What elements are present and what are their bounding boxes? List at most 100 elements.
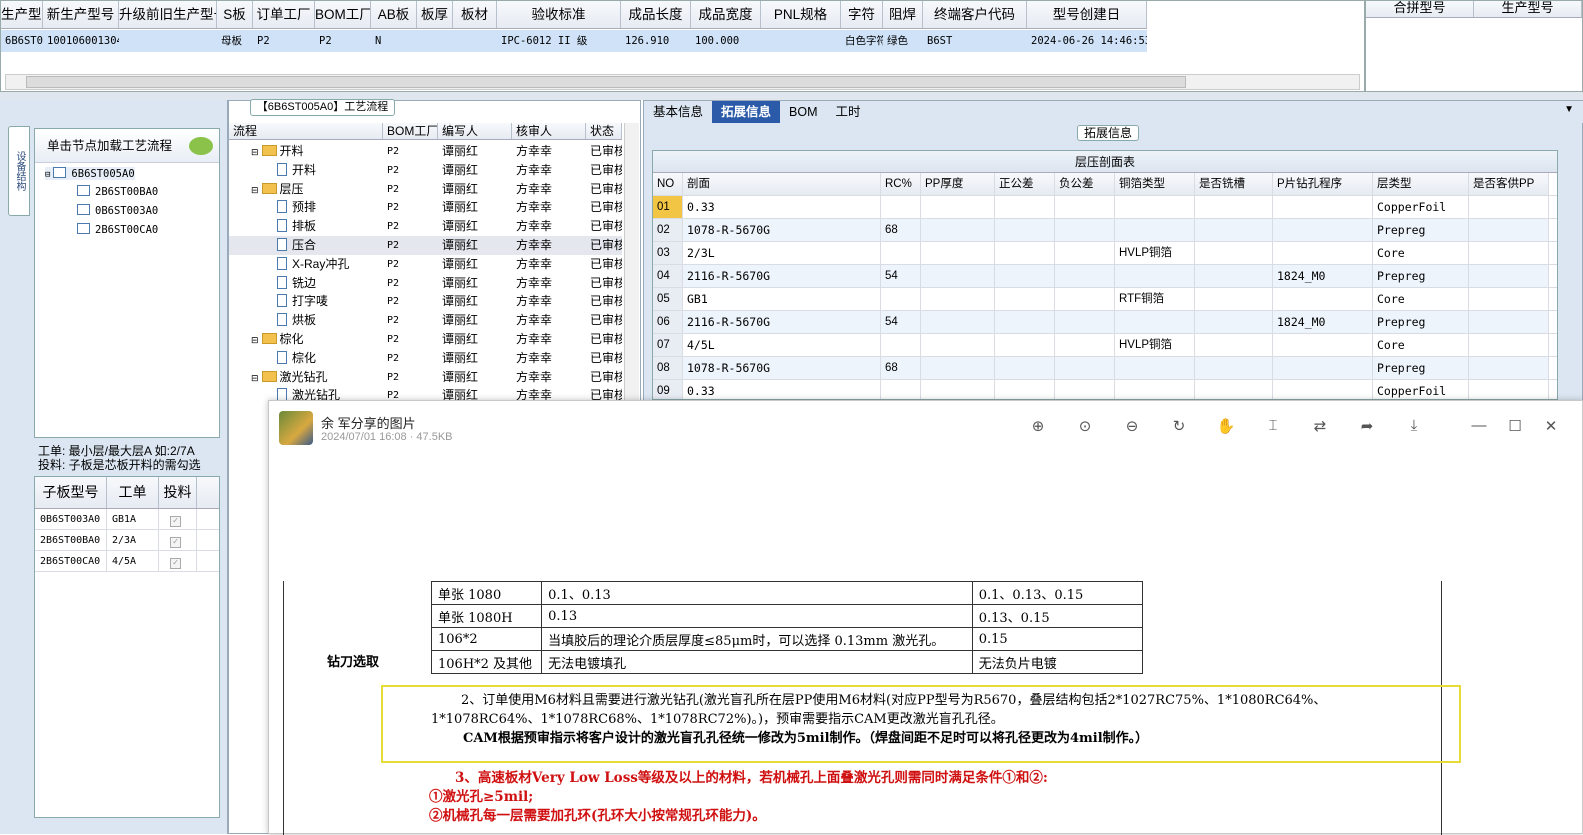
document-icon: [277, 238, 287, 251]
column-header[interactable]: 终端客户代码: [923, 1, 1027, 28]
hand-icon[interactable]: ✋: [1215, 417, 1237, 435]
process-row[interactable]: 烘板 P2 谭丽红 方幸幸 已审核: [229, 311, 622, 330]
feed-checkbox[interactable]: ✓: [170, 516, 181, 527]
zoom-out-icon[interactable]: ⊖: [1121, 417, 1143, 435]
process-row[interactable]: ⊟ 开料 P2 谭丽红 方幸幸 已审核: [229, 142, 622, 161]
download-icon[interactable]: ⤓: [1403, 417, 1425, 434]
process-row[interactable]: ⊟ 层压 P2 谭丽红 方幸幸 已审核: [229, 180, 622, 199]
feed-checkbox[interactable]: ✓: [170, 558, 181, 569]
translate-icon[interactable]: ⇄: [1309, 417, 1331, 435]
dropdown-arrow-icon[interactable]: ▼: [1564, 104, 1574, 115]
process-cell: 已审核: [590, 181, 622, 196]
table-row: 106H*2 及其他 无法电镀填孔 无法负片电镀: [430, 650, 1144, 674]
process-row[interactable]: X-Ray冲孔 P2 谭丽红 方幸幸 已审核: [229, 255, 622, 274]
table-row[interactable]: 05 GB1 RTF铜箔 Core: [653, 288, 1557, 311]
collapse-icon[interactable]: ⊟: [251, 373, 259, 383]
document-icon: [277, 313, 287, 327]
process-cell: 方幸幸: [516, 238, 553, 252]
rotate-icon[interactable]: ↻: [1168, 417, 1190, 435]
tree-node-child[interactable]: 2B6ST00BA0: [77, 185, 158, 198]
side-tab-structure[interactable]: 设备结构: [8, 126, 30, 216]
tree-node-root[interactable]: ⊟ 6B6ST005A0: [45, 167, 135, 180]
process-cell: 方幸幸: [516, 294, 553, 309]
column-header[interactable]: 生产型号: [1, 1, 43, 28]
table-row[interactable]: 06 2116-R-5670G 54 1824_M0 Prepreg: [653, 311, 1557, 334]
tree-node-child[interactable]: 2B6ST00CA0: [77, 223, 158, 236]
process-row[interactable]: 开料 P2 谭丽红 方幸幸 已审核: [229, 161, 622, 180]
zoom-in-icon[interactable]: ⊕: [1027, 417, 1049, 435]
tab-extended-info[interactable]: 拓展信息: [712, 101, 781, 123]
process-row[interactable]: 铣边 P2 谭丽红 方幸幸 已审核: [229, 274, 622, 293]
table-row[interactable]: 07 4/5L HVLP铜箔 Core: [653, 334, 1557, 357]
speech-bubble-icon: [189, 137, 213, 155]
para3-cond1: ①激光孔≥5mil;: [429, 789, 534, 805]
process-scrollbar[interactable]: [624, 123, 639, 401]
table-row[interactable]: 01 0.33 CopperFoil: [653, 196, 1557, 219]
column-header[interactable]: 字符: [841, 1, 883, 28]
collapse-icon[interactable]: ⊟: [251, 185, 259, 195]
column-header[interactable]: S板: [217, 1, 253, 28]
column-header[interactable]: BOM工厂: [315, 1, 371, 28]
feed-checkbox[interactable]: ✓: [170, 537, 181, 548]
para3-title: 3、高速板材Very Low Loss等级及以上的材料，若机械孔上面叠激光孔则需…: [455, 770, 1048, 786]
scrollbar-thumb[interactable]: [26, 76, 1186, 88]
column-header[interactable]: PNL规格: [761, 1, 841, 28]
column-header[interactable]: 成品宽度: [691, 1, 761, 28]
table-row[interactable]: 03 2/3L HVLP铜箔 Core: [653, 242, 1557, 265]
tree-node-child[interactable]: 0B6ST003A0: [77, 204, 158, 217]
grid-cell: 2024-06-26 14:46:53: [1031, 35, 1147, 47]
process-row[interactable]: 棕化 P2 谭丽红 方幸幸 已审核: [229, 349, 622, 368]
table-row[interactable]: 02 1078-R-5670G 68 Prepreg: [653, 219, 1557, 242]
column-header[interactable]: 板厚: [417, 1, 453, 28]
order-grid-row[interactable]: 6B6ST005A0 10010600130433 母板 P2 P2 N IPC-6012 …: [1, 30, 1147, 52]
minimize-icon[interactable]: —: [1468, 417, 1490, 434]
sub-board-table: 子板型号 工单 投料 0B6ST003A0 GB1A ✓ 2B6ST00BA0 …: [34, 476, 220, 818]
process-cell: 谭丽红: [442, 313, 479, 328]
horizontal-scrollbar[interactable]: [5, 74, 1360, 90]
process-row[interactable]: 压合 P2 谭丽红 方幸幸 已审核: [229, 236, 622, 255]
process-row[interactable]: ⊟ 棕化 P2 谭丽红 方幸幸 已审核: [229, 330, 622, 349]
column-header[interactable]: 型号创建日: [1027, 1, 1147, 28]
table-row: 单张 1080H 0.13 0.13、0.15: [430, 604, 1144, 628]
table-row[interactable]: 04 2116-R-5670G 54 1824_M0 Prepreg: [653, 265, 1557, 288]
process-row[interactable]: 排板 P2 谭丽红 方幸幸 已审核: [229, 217, 622, 236]
splitter[interactable]: [0, 92, 1583, 100]
process-cell: 谭丽红: [442, 332, 479, 346]
process-cell: 已审核: [590, 144, 622, 158]
column-header[interactable]: 阻焊: [883, 1, 923, 28]
process-cell: 谭丽红: [442, 369, 479, 384]
process-row[interactable]: ⊟ 激光钻孔 P2 谭丽红 方幸幸 已审核: [229, 368, 622, 387]
column-header[interactable]: 新生产型号: [43, 1, 119, 28]
actual-size-icon[interactable]: ⊙: [1074, 417, 1096, 435]
table-row[interactable]: 2B6ST00BA0 2/3A ✓: [35, 530, 219, 551]
tab-hours[interactable]: 工时: [827, 101, 870, 123]
process-cell: 已审核: [590, 332, 622, 346]
folder-icon: [261, 182, 277, 194]
collapse-icon[interactable]: ⊟: [251, 335, 259, 345]
process-cell: P2: [387, 146, 400, 157]
process-cell: P2: [387, 352, 400, 364]
process-cell: P2: [387, 258, 400, 270]
table-row[interactable]: 2B6ST00CA0 4/5A ✓: [35, 551, 219, 572]
table-row[interactable]: 08 1078-R-5670G 68 Prepreg: [653, 357, 1557, 380]
close-icon[interactable]: ✕: [1540, 417, 1562, 435]
table-row[interactable]: 0B6ST003A0 GB1A ✓: [35, 509, 219, 530]
process-row[interactable]: 预排 P2 谭丽红 方幸幸 已审核: [229, 198, 622, 217]
tab-bom[interactable]: BOM: [780, 101, 826, 123]
share-icon[interactable]: ➦: [1356, 417, 1378, 435]
grid-cell: [761, 30, 841, 52]
column-header[interactable]: 板材: [453, 1, 497, 28]
column-header[interactable]: 订单工厂: [253, 1, 315, 28]
column-header[interactable]: 成品长度: [621, 1, 691, 28]
process-row[interactable]: 打字唛 P2 谭丽红 方幸幸 已审核: [229, 292, 622, 311]
tab-basic-info[interactable]: 基本信息: [644, 101, 712, 123]
column-header[interactable]: 升级前旧生产型号: [119, 1, 217, 28]
maximize-icon[interactable]: ☐: [1504, 417, 1526, 435]
column-header[interactable]: AB板: [371, 1, 417, 28]
grid-cell: [417, 30, 453, 52]
collapse-icon[interactable]: ⊟: [251, 147, 259, 157]
table-row[interactable]: 09 0.33 CopperFoil: [653, 380, 1557, 399]
document-icon: [277, 219, 287, 233]
column-header[interactable]: 验收标准: [497, 1, 621, 28]
text-extract-icon[interactable]: ⌶: [1262, 417, 1284, 434]
